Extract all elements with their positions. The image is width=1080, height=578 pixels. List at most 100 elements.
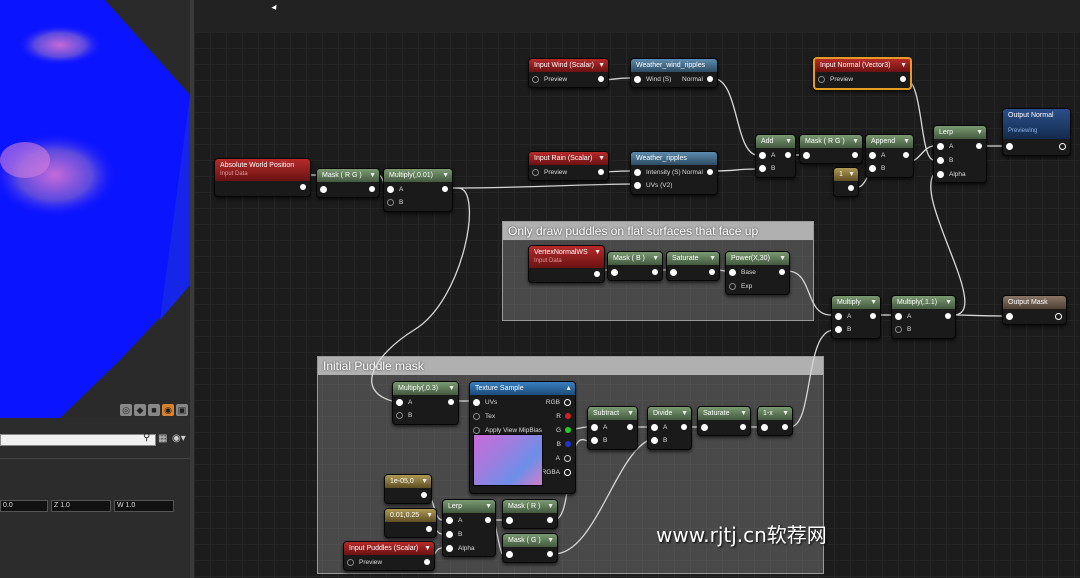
chevron-down-icon[interactable]: ▼ xyxy=(709,252,716,265)
pin-a[interactable]: A xyxy=(396,398,412,407)
node-input-rain[interactable]: Input Rain (Scalar) ▼ Preview xyxy=(528,151,609,181)
chevron-down-icon[interactable]: ▼ xyxy=(598,59,605,72)
pin-a[interactable]: A xyxy=(869,151,885,160)
pin-uvs[interactable]: UVs (V2) xyxy=(634,181,672,190)
pin-output[interactable] xyxy=(972,142,982,151)
pin-r[interactable]: R xyxy=(556,412,571,421)
pin-b[interactable]: B xyxy=(557,440,571,449)
pin-normal[interactable]: Normal xyxy=(682,75,713,84)
pin-output[interactable] xyxy=(422,525,432,534)
node-lerp-normal[interactable]: Lerp ▼ A B Alpha xyxy=(933,125,987,183)
node-constant-1[interactable]: 1 ▼ xyxy=(833,167,859,197)
search-icon[interactable]: ⚲ xyxy=(143,432,150,443)
pin-a[interactable]: A xyxy=(651,423,667,432)
pin-b[interactable]: B xyxy=(396,411,412,420)
pin-intensity[interactable]: Intensity (S) xyxy=(634,168,681,177)
node-input-puddles[interactable]: Input Puddles (Scalar) ▼ Preview xyxy=(343,541,435,571)
pin-output[interactable] xyxy=(417,491,427,500)
perspective-icon[interactable]: ◎ xyxy=(120,404,132,416)
pin-b[interactable]: B xyxy=(446,530,462,539)
camera-icon[interactable]: ▣ xyxy=(176,404,188,416)
pin-output[interactable] xyxy=(594,75,604,84)
chevron-down-icon[interactable]: ▼ xyxy=(598,152,605,165)
pin-output[interactable] xyxy=(543,516,553,525)
node-constant-001-025[interactable]: 0.01,0.25 ▼ xyxy=(384,508,437,538)
node-saturate-2[interactable]: Saturate ▼ xyxy=(697,406,751,436)
pin-preview[interactable]: Preview xyxy=(532,168,567,177)
chevron-down-icon[interactable]: ▼ xyxy=(900,59,907,72)
chevron-down-icon[interactable]: ▼ xyxy=(779,252,786,265)
pin-input[interactable] xyxy=(701,423,713,432)
material-graph-canvas[interactable]: Only draw puddles on flat surfaces that … xyxy=(194,0,1080,578)
pin-a[interactable]: A xyxy=(759,151,775,160)
pin-output[interactable] xyxy=(438,185,448,194)
pin-output[interactable] xyxy=(444,398,454,407)
chevron-down-icon[interactable]: ▼ xyxy=(652,252,659,265)
pin-b[interactable]: B xyxy=(835,325,851,334)
pin-b[interactable]: B xyxy=(651,436,667,445)
pin-output[interactable] xyxy=(543,550,553,559)
pin-input[interactable] xyxy=(506,550,518,559)
pin-b[interactable]: B xyxy=(387,198,403,207)
pin-a[interactable]: A xyxy=(446,516,462,525)
pin-output[interactable] xyxy=(941,312,951,321)
pin-input[interactable] xyxy=(506,516,518,525)
node-power[interactable]: Power(X,30) ▼ Base Exp xyxy=(725,251,790,295)
chevron-down-icon[interactable]: ▼ xyxy=(448,382,455,395)
pin-output[interactable] xyxy=(781,151,791,160)
node-constant-1e05[interactable]: 1e-05,0 ▼ xyxy=(384,474,432,504)
chevron-down-icon[interactable]: ▼ xyxy=(681,407,688,420)
pin-rgb[interactable]: RGB xyxy=(546,398,571,407)
node-lerp-puddle[interactable]: Lerp ▼ A B Alpha xyxy=(442,499,496,557)
pin-output[interactable] xyxy=(866,312,876,321)
node-weather-wind-ripples[interactable]: Weather_wind_ripples Wind (S) Normal xyxy=(630,58,718,88)
chevron-down-icon[interactable]: ▼ xyxy=(426,509,433,522)
pin-output[interactable] xyxy=(778,423,788,432)
material-preview-viewport[interactable]: ◎ ◆ ■ ◉ ▣ xyxy=(0,0,190,418)
pin-output[interactable] xyxy=(365,185,375,194)
chevron-down-icon[interactable]: ▼ xyxy=(547,534,554,547)
node-add[interactable]: Add ▼ A B xyxy=(755,134,796,178)
node-multiply-03[interactable]: Multiply(,0.3) ▼ A B xyxy=(392,381,459,425)
coord-field-w[interactable]: W 1.0 xyxy=(114,500,174,512)
chevron-down-icon[interactable]: ▼ xyxy=(740,407,747,420)
pin-b[interactable]: B xyxy=(759,164,775,173)
node-multiply[interactable]: Multiply ▼ A B xyxy=(831,295,881,339)
node-divide[interactable]: Divide ▼ A B xyxy=(647,406,692,450)
node-one-minus[interactable]: 1-x ▼ xyxy=(757,406,793,436)
chevron-down-icon[interactable]: ▼ xyxy=(594,246,601,259)
chevron-down-icon[interactable]: ▼ xyxy=(421,475,428,488)
pin-input[interactable] xyxy=(1006,142,1018,151)
collapse-icon[interactable]: ▲ xyxy=(565,382,572,395)
show-icon[interactable]: ◉ xyxy=(162,404,174,416)
pin-output[interactable] xyxy=(481,516,491,525)
chevron-down-icon[interactable]: ▼ xyxy=(782,407,789,420)
pin-preview[interactable]: Preview xyxy=(347,558,382,567)
node-vertex-normal-ws[interactable]: VertexNormalWS Input Data ▼ xyxy=(528,245,605,283)
pin-alpha[interactable]: Alpha xyxy=(937,170,966,179)
pin-exp[interactable]: Exp xyxy=(729,282,752,291)
node-input-wind[interactable]: Input Wind (Scalar) ▼ Preview xyxy=(528,58,609,88)
pin-output[interactable] xyxy=(1055,142,1066,151)
pin-input[interactable] xyxy=(611,268,623,277)
chevron-down-icon[interactable]: ▼ xyxy=(369,169,376,182)
pin-g[interactable]: G xyxy=(556,426,571,435)
pin-output[interactable] xyxy=(648,268,658,277)
node-mask-g[interactable]: Mask ( G ) ▼ xyxy=(502,533,558,563)
pin-input[interactable] xyxy=(1006,312,1018,321)
chevron-down-icon[interactable]: ▼ xyxy=(424,542,431,555)
details-search-input[interactable] xyxy=(0,434,156,446)
pin-a[interactable]: A xyxy=(895,312,911,321)
eye-icon[interactable]: ◉▾ xyxy=(172,433,186,444)
pin-output[interactable] xyxy=(296,183,306,192)
pin-preview[interactable]: Preview xyxy=(818,75,853,84)
pin-output[interactable] xyxy=(775,268,785,277)
pin-output[interactable] xyxy=(590,270,600,279)
node-mask-rg-2[interactable]: Mask ( R G ) ▼ xyxy=(799,134,863,164)
chevron-down-icon[interactable]: ▼ xyxy=(870,296,877,309)
pin-preview[interactable]: Preview xyxy=(532,75,567,84)
pin-a[interactable]: A xyxy=(556,454,571,463)
chevron-down-icon[interactable]: ▼ xyxy=(485,500,492,513)
pin-output[interactable] xyxy=(899,151,909,160)
pin-output[interactable] xyxy=(594,168,604,177)
